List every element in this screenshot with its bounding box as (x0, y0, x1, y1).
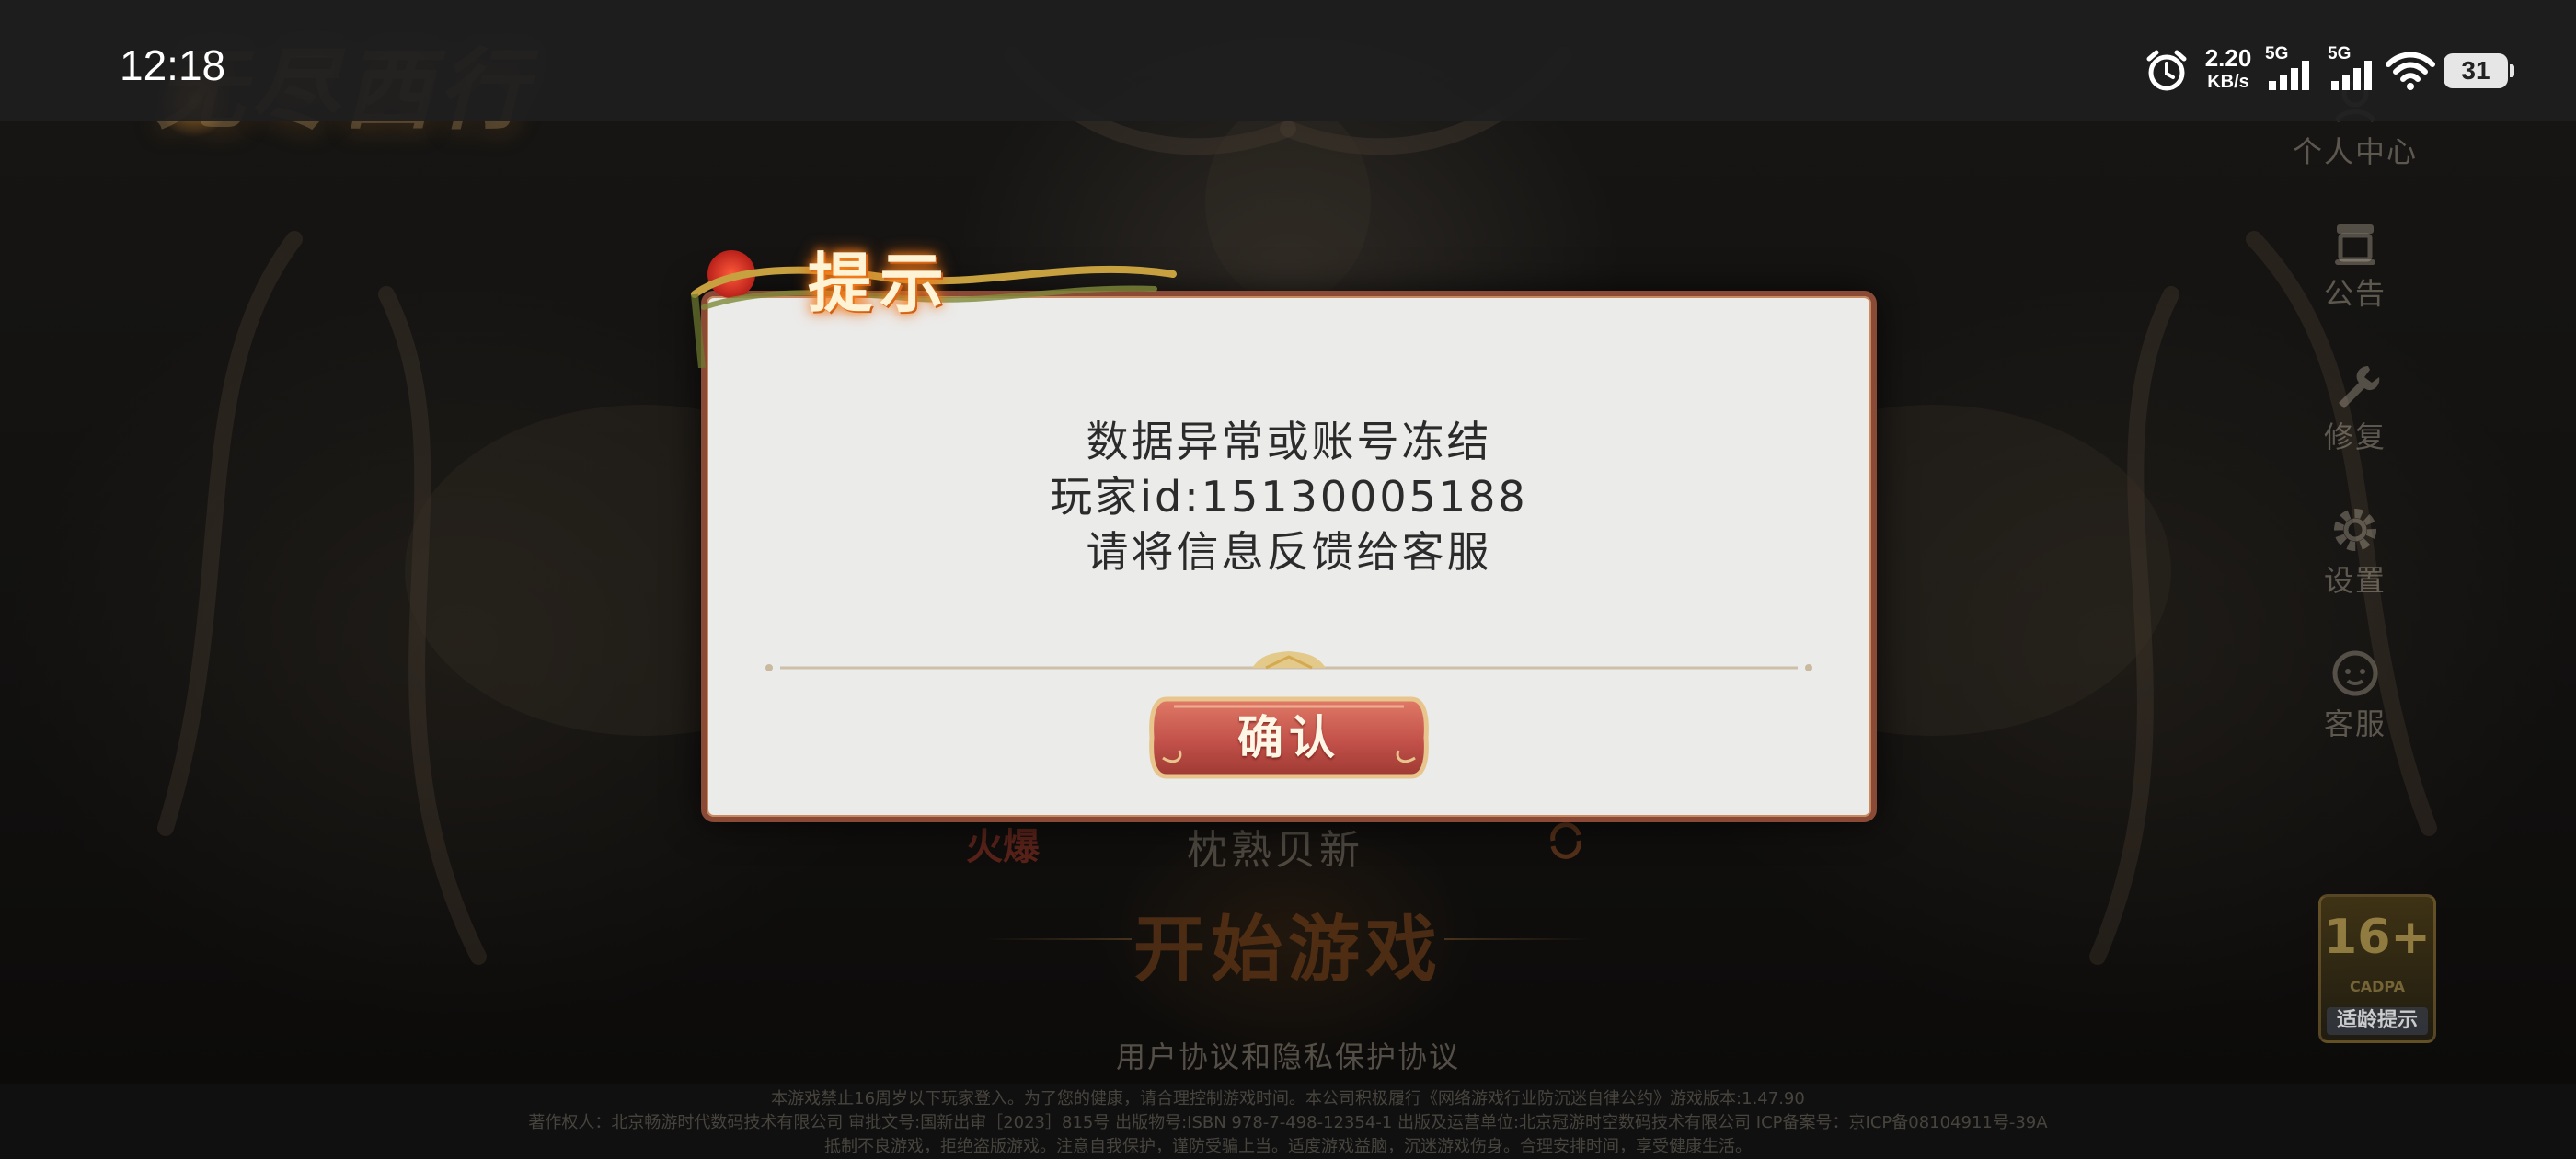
signal-bars-icon (2269, 61, 2309, 90)
status-bar: 12:18 2.20 KB/s 5G 5G 31 (0, 0, 2576, 121)
start-game-area: 开始游戏 (948, 892, 1628, 992)
gear-icon (2334, 509, 2376, 551)
menu-label: 设置 (2323, 563, 2386, 598)
age-rating-value: 16+ (2324, 910, 2431, 965)
menu-item-support[interactable]: 客服 (2282, 646, 2429, 775)
dialog-message-line: 请将信息反馈给客服 (1086, 527, 1492, 577)
menu-item-notice[interactable]: 公告 (2282, 215, 2429, 344)
age-rating-badge[interactable]: 16+ CADPA 适龄提示 (2318, 894, 2436, 1043)
start-game-button[interactable]: 开始游戏 (948, 892, 1628, 995)
network-speed-value: 2.20 (2204, 44, 2252, 72)
wifi-icon (2386, 52, 2435, 90)
signal-bars-icon (2331, 61, 2372, 90)
dialog-title: 提示 (808, 245, 951, 321)
status-clock: 12:18 (120, 41, 226, 89)
alarm-icon (2146, 50, 2187, 91)
sim2-signal: 5G (2328, 44, 2379, 92)
menu-label: 客服 (2323, 706, 2386, 741)
notice-icon (2335, 224, 2375, 265)
network-speed-unit: KB/s (2207, 72, 2249, 92)
dialog-message: 数据异常或账号冻结 玩家id:15130005188 请将信息反馈给客服 (707, 414, 1871, 580)
network-speed: 2.20 KB/s (2201, 46, 2256, 101)
confirm-button[interactable]: 确认 (1146, 694, 1432, 782)
sim1-signal: 5G (2265, 44, 2317, 92)
agreement-link[interactable]: 用户协议和隐私保护协议 (1012, 1034, 1564, 1076)
age-rating-label: 适龄提示 (2327, 1007, 2428, 1035)
footer-line: 著作权人：北京畅游时代数码技术有限公司 审批文号:国新出审［2023］815号 … (528, 1113, 2048, 1132)
server-status-tag: 火爆 (966, 826, 1040, 868)
age-rating-org: CADPA (2349, 978, 2406, 995)
legal-footer: 本游戏禁止16周岁以下玩家登入。为了您的健康，请合理控制游戏时间。本公司积极履行… (0, 1084, 2576, 1159)
confirm-button-label: 确认 (1237, 711, 1340, 764)
dialog-message-line: 数据异常或账号冻结 (1086, 417, 1492, 466)
menu-label: 修复 (2323, 419, 2386, 454)
switch-server-icon[interactable] (1546, 820, 1586, 861)
footer-line: 抵制不良游戏，拒绝盗版游戏。注意自我保护，谨防受骗上当。适度游戏益脑，沉迷游戏伤… (824, 1137, 1752, 1156)
menu-label: 个人中心 (2292, 134, 2418, 169)
decorative-line (1444, 938, 1592, 940)
server-name: 枕熟贝新 (1187, 827, 1363, 874)
alert-dialog: 数据异常或账号冻结 玩家id:15130005188 请将信息反馈给客服 确认 (701, 291, 1877, 822)
repair-icon (2339, 366, 2380, 408)
dialog-message-line: 玩家id:15130005188 (1050, 472, 1528, 522)
menu-label: 公告 (2323, 276, 2386, 311)
footer-line: 本游戏禁止16周岁以下玩家登入。为了您的健康，请合理控制游戏时间。本公司积极履行… (771, 1089, 1805, 1108)
menu-item-settings[interactable]: 设置 (2282, 502, 2429, 631)
menu-item-repair[interactable]: 修复 (2282, 359, 2429, 488)
support-icon (2332, 650, 2378, 696)
battery-indicator: 31 (2444, 53, 2514, 88)
ornamental-divider (765, 651, 1812, 671)
